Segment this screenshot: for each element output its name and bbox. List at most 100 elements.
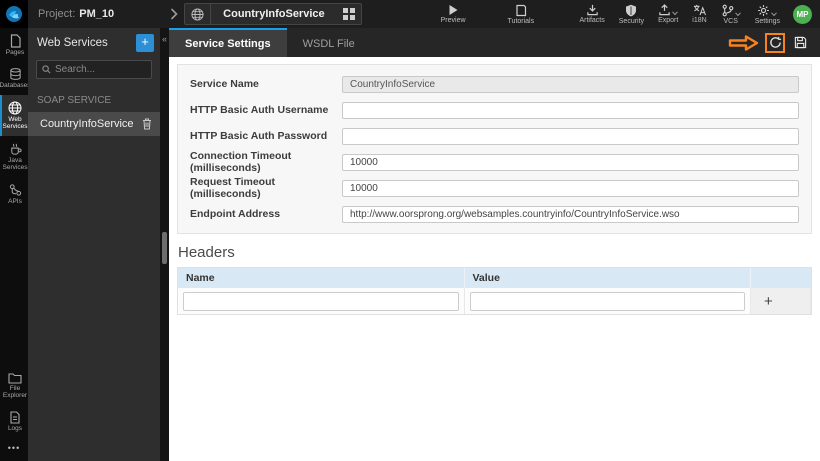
more-options-icon[interactable]: •••	[0, 437, 28, 461]
sidebar-item-web-services[interactable]: Web Services	[0, 94, 28, 136]
collapse-panel-icon[interactable]: «	[160, 32, 169, 46]
field-label: HTTP Basic Auth Password	[190, 130, 328, 142]
tab-actions	[728, 28, 820, 57]
globe-icon	[185, 4, 210, 24]
tutorials-label: Tutorials	[507, 17, 535, 25]
tab-service-settings[interactable]: Service Settings	[169, 28, 287, 57]
trash-icon[interactable]	[142, 118, 152, 130]
scrollbar-thumb[interactable]	[162, 232, 167, 264]
annotation-arrow-icon	[728, 33, 760, 53]
tutorials-button[interactable]: Tutorials	[501, 0, 542, 28]
artifacts-button[interactable]: Artifacts	[572, 4, 611, 24]
form-row-connection-timeout: Connection Timeout (milliseconds)	[190, 149, 799, 175]
settings-label: Settings	[754, 17, 780, 25]
logs-file-icon	[9, 410, 21, 424]
panel-title: Web Services	[37, 37, 108, 49]
column-header-name: Name	[178, 268, 465, 288]
column-header-value: Value	[464, 268, 751, 288]
security-label: Security	[618, 17, 645, 25]
sidebar-item-label: Logs	[7, 424, 23, 432]
field-label: Connection Timeout (milliseconds)	[190, 150, 292, 174]
request-timeout-input[interactable]	[342, 179, 799, 197]
header-value-input[interactable]	[469, 292, 745, 311]
i18n-label: i18N	[692, 17, 707, 24]
panel-header: Web Services +	[28, 28, 160, 58]
wavemaker-logo-icon	[5, 5, 23, 23]
sidebar-item-apis[interactable]: APIs	[0, 177, 28, 210]
app-logo[interactable]	[0, 0, 28, 28]
top-bar: Project: PM_10 CountryInfoService Previe…	[0, 0, 820, 28]
topbar-actions: Artifacts Security Export i18N VCS Setti…	[572, 0, 820, 28]
branch-icon	[721, 4, 734, 17]
project-breadcrumb[interactable]: Project: PM_10	[28, 0, 124, 28]
vcs-button[interactable]: VCS	[714, 4, 748, 25]
service-search[interactable]	[36, 60, 152, 79]
sidebar-item-label: File Explorer	[2, 384, 28, 400]
vcs-label: VCS	[723, 17, 738, 25]
editor-tab-bar: Service Settings WSDL File	[169, 28, 820, 57]
sidebar-item-label: Web Services	[2, 115, 28, 131]
add-service-button[interactable]: +	[136, 34, 154, 52]
grid-icon[interactable]	[337, 4, 361, 24]
web-services-panel: Web Services + SOAP SERVICE CountryInfoS…	[28, 28, 160, 461]
settings-button[interactable]: Settings	[748, 4, 787, 25]
form-row-auth-username: HTTP Basic Auth Username	[190, 97, 799, 123]
auth-username-input[interactable]	[342, 101, 799, 119]
sidebar-item-databases[interactable]: Databases	[0, 61, 31, 94]
form-row-service-name: Service Name	[190, 71, 799, 97]
user-avatar[interactable]: MP	[793, 4, 812, 24]
header-name-input[interactable]	[183, 292, 459, 311]
form-row-auth-password: HTTP Basic Auth Password	[190, 123, 799, 149]
export-button[interactable]: Export	[651, 4, 685, 24]
sidebar-item-label: Java Services	[2, 156, 28, 172]
service-list-item[interactable]: CountryInfoService	[28, 112, 160, 136]
connection-timeout-input[interactable]	[342, 153, 799, 171]
add-header-button[interactable]: +	[756, 293, 773, 310]
search-input[interactable]	[55, 64, 146, 75]
headers-table-header: Name Value	[178, 268, 811, 288]
download-icon	[586, 4, 599, 16]
open-service-tab[interactable]: CountryInfoService	[184, 3, 362, 25]
translate-icon	[693, 4, 706, 16]
service-settings-content: Service Name HTTP Basic Auth Username HT…	[169, 57, 820, 461]
headers-table: Name Value +	[177, 267, 812, 315]
main-area: Service Settings WSDL File Service Name …	[169, 28, 820, 461]
service-settings-form: Service Name HTTP Basic Auth Username HT…	[177, 64, 812, 234]
field-label: Endpoint Address	[190, 208, 281, 220]
database-icon	[9, 67, 22, 81]
project-name: PM_10	[79, 8, 115, 20]
i18n-button[interactable]: i18N	[685, 4, 713, 24]
sidebar-item-logs[interactable]: Logs	[0, 405, 28, 437]
form-row-request-timeout: Request Timeout (milliseconds)	[190, 175, 799, 201]
search-icon	[42, 65, 51, 74]
tab-wsdl-file[interactable]: WSDL File	[287, 28, 371, 57]
endpoint-address-input[interactable]	[342, 205, 799, 223]
app-body: Pages Databases Web Services Java Servic…	[0, 28, 820, 461]
sidebar-item-file-explorer[interactable]: File Explorer	[0, 366, 28, 405]
field-label: HTTP Basic Auth Username	[190, 104, 329, 116]
project-label: Project:	[38, 8, 76, 20]
preview-label: Preview	[440, 17, 466, 24]
sidebar-item-label: Databases	[0, 82, 31, 90]
sidebar-item-label: APIs	[8, 197, 22, 205]
field-label: Request Timeout (milliseconds)	[190, 176, 275, 200]
sidebar-item-pages[interactable]: Pages	[0, 28, 28, 61]
preview-button[interactable]: Preview	[434, 0, 473, 28]
save-button[interactable]	[790, 33, 810, 53]
security-button[interactable]: Security	[612, 4, 651, 25]
service-tab-title: CountryInfoService	[210, 4, 336, 24]
soap-service-section-label: SOAP SERVICE	[37, 95, 112, 106]
upload-icon	[658, 4, 671, 16]
reload-service-button[interactable]	[765, 32, 785, 53]
auth-password-input[interactable]	[342, 127, 799, 145]
play-icon	[447, 4, 459, 16]
sidebar-item-label: Pages	[5, 49, 25, 56]
globe-icon	[8, 101, 22, 115]
service-item-label: CountryInfoService	[40, 118, 134, 130]
headers-section-title: Headers	[178, 244, 235, 261]
sidebar-item-java-services[interactable]: Java Services	[0, 136, 28, 177]
export-label: Export	[658, 17, 679, 24]
headers-table-row: +	[178, 288, 811, 314]
chevron-right-icon	[170, 0, 178, 28]
rail-spacer	[0, 210, 28, 365]
